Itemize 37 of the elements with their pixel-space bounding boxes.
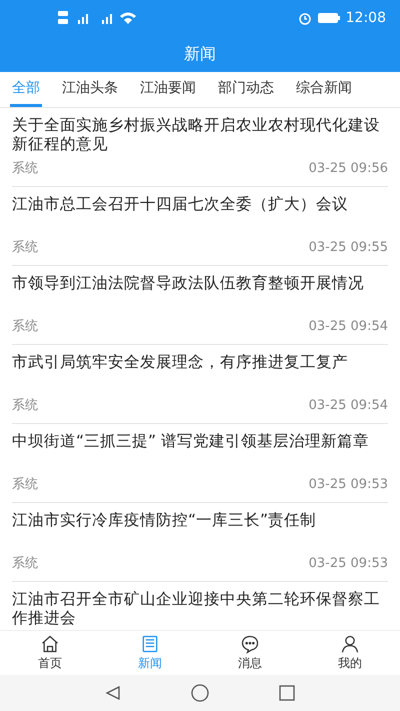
news-source: 系统 [12, 160, 38, 178]
news-title[interactable]: 市领导到江油法院督导政法队伍教育整顿开展情况 [12, 274, 388, 293]
news-title[interactable]: 关于全面实施乡村振兴战略开启农业农村现代化建设新征程的意见 [12, 116, 388, 154]
recents-icon[interactable] [279, 685, 295, 701]
news-tab[interactable]: 江油头条 [60, 73, 120, 107]
news-title[interactable]: 江油市召开全市矿山企业迎接中央第二轮环保督察工作推进会 [12, 590, 388, 628]
news-source: 系统 [12, 238, 38, 256]
news-time: 03-25 09:55 [308, 238, 388, 256]
news-source: 系统 [12, 318, 38, 336]
news-title[interactable]: 市武引局筑牢安全发展理念，有序推进复工复产 [12, 353, 388, 372]
news-time: 03-25 09:54 [308, 318, 388, 336]
person-icon [340, 634, 360, 654]
clock-time: 12:08 [346, 8, 386, 28]
news-time: 03-25 09:54 [308, 396, 388, 414]
news-source: 系统 [12, 476, 38, 494]
battery-icon [318, 13, 340, 23]
bottom-nav-item[interactable]: 我的 [300, 631, 400, 675]
bottom-nav-item[interactable]: 首页 [0, 631, 100, 675]
news-tab[interactable]: 部门动态 [216, 73, 276, 107]
page-title: 新闻 [184, 43, 216, 65]
news-title[interactable]: 江油市总工会召开十四届七次全委（扩大）会议 [12, 195, 388, 214]
alarm-icon [298, 11, 312, 25]
news-title[interactable]: 中坝街道“三抓三提” 谱写党建引领基层治理新篇章 [12, 432, 388, 451]
news-source: 系统 [12, 554, 38, 572]
news-source: 系统 [12, 396, 38, 414]
news-tab[interactable]: 江油要闻 [138, 73, 198, 107]
home-circle-icon[interactable] [191, 684, 209, 702]
newspaper-icon [140, 634, 160, 654]
news-time: 03-25 09:53 [308, 476, 388, 494]
bottom-nav-item[interactable]: 消息 [200, 631, 300, 675]
chat-bubble-icon [240, 634, 260, 654]
home-icon [40, 634, 60, 654]
news-time: 03-25 09:53 [308, 554, 388, 572]
news-time: 03-25 09:56 [308, 160, 388, 178]
news-tab[interactable]: 综合新闻 [294, 73, 354, 107]
back-icon[interactable] [105, 685, 121, 701]
news-title[interactable]: 江油市实行冷库疫情防控“一库三长”责任制 [12, 511, 388, 530]
